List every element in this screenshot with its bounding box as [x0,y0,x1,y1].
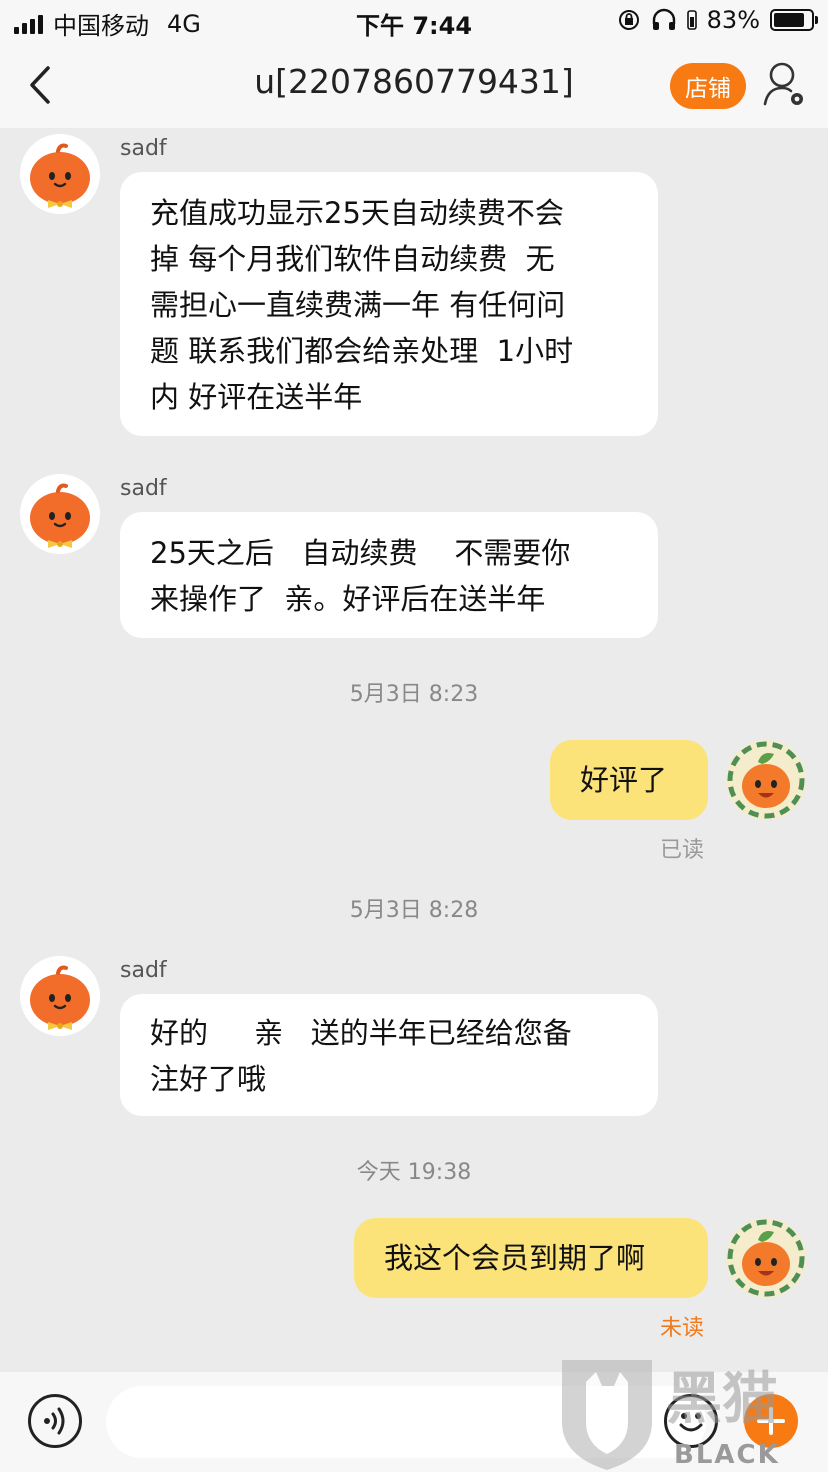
message-bubble-outgoing[interactable]: 我这个会员到期了啊 [354,1218,708,1298]
pumpkin-avatar-icon [20,134,100,214]
timestamp: 今天 19:38 [356,1160,472,1185]
shop-button[interactable]: 店铺 [670,63,746,109]
status-bar: 中国移动 4G 下午 7:44 83% [0,0,828,42]
chat-header: u[2207860779431] 店铺 [0,42,828,128]
pumpkin-avatar-icon [20,956,100,1036]
message-bubble-incoming[interactable]: 充值成功显示25天自动续费不会 掉 每个月我们软件自动续费 无 需担心一直续费满… [120,172,658,436]
voice-icon [44,1407,65,1435]
message-bubble-incoming[interactable]: 25天之后 自动续费 不需要你 来操作了 亲。好评后在送半年 [120,512,658,638]
orange-mascot-avatar-icon [726,740,806,820]
timestamp: 5月3日 8:23 [349,682,479,707]
message-line: 好的 亲 送的半年已经给您备 [150,1016,572,1050]
sender-name: sadf [120,476,167,501]
pumpkin-avatar-icon [20,474,100,554]
message-line: 需担心一直续费满一年 有任何问 [150,288,566,322]
message-line: 注好了哦 [150,1062,267,1096]
seller-avatar[interactable] [20,474,100,554]
rotation-lock-icon [618,10,639,30]
message-line: 掉 每个月我们软件自动续费 无 [150,242,555,276]
my-avatar[interactable] [726,740,806,820]
battery-small-icon [686,10,697,30]
battery-percent: 83% [706,6,760,34]
voice-input-button[interactable] [28,1394,82,1448]
message-text: 我这个会员到期了啊 [384,1241,646,1275]
watermark-cn-text: 黑猫 [666,1367,778,1432]
message-bubble-incoming[interactable]: 好的 亲 送的半年已经给您备 注好了哦 [120,994,658,1116]
message-line: 题 联系我们都会给亲处理 1小时 [150,334,574,368]
message-bubble-outgoing[interactable]: 好评了 [550,740,708,820]
seller-avatar[interactable] [20,956,100,1036]
orange-mascot-avatar-icon [726,1218,806,1298]
read-status: 已读 [660,838,705,863]
message-text: 好评了 [580,763,668,797]
message-line: 25天之后 自动续费 不需要你 [150,536,571,570]
message-line: 来操作了 亲。好评后在送半年 [150,582,546,616]
seller-avatar[interactable] [20,134,100,214]
message-line: 内 好评在送半年 [150,380,363,414]
battery-icon [770,9,818,31]
message-line: 充值成功显示25天自动续费不会 [150,196,564,230]
unread-status: 未读 [660,1316,705,1341]
user-settings-icon[interactable] [762,60,808,110]
sender-name: sadf [120,136,167,161]
timestamp: 5月3日 8:28 [349,898,479,923]
sender-name: sadf [120,958,167,983]
my-avatar[interactable] [726,1218,806,1298]
watermark-en-text: BLACK CAT [674,1440,780,1472]
headphones-icon [652,8,675,30]
